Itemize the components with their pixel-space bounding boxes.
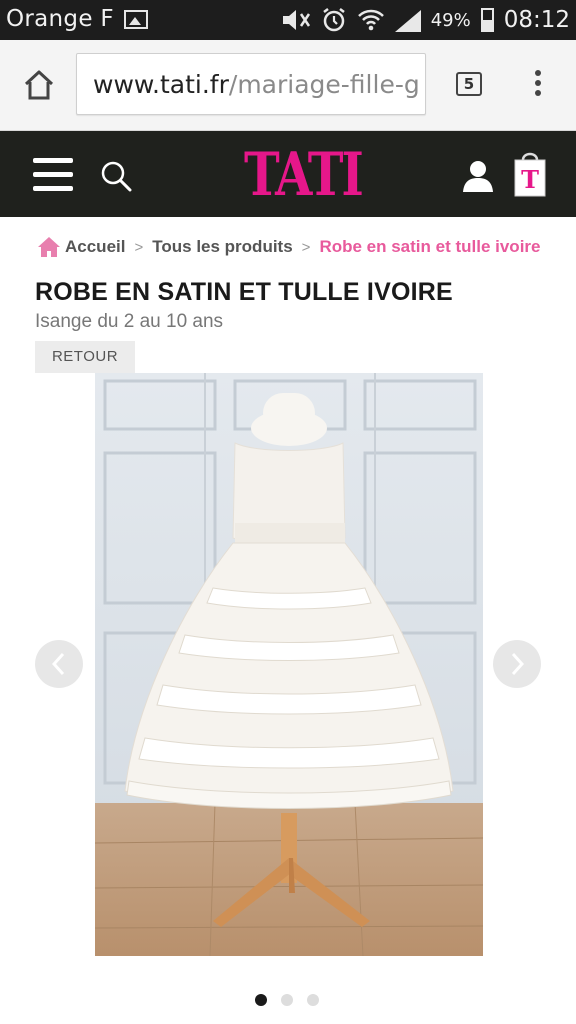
status-icons: 49% 08:12 (281, 4, 570, 36)
breadcrumb: Accueil > Tous les produits > Robe en sa… (37, 233, 541, 261)
carousel-dots (255, 994, 319, 1006)
hamburger-menu-icon[interactable] (33, 158, 73, 192)
carousel-prev-button[interactable] (35, 640, 83, 688)
carousel-next-button[interactable] (493, 640, 541, 688)
wifi-icon (357, 9, 384, 31)
url-path: /mariage-fille-g (228, 70, 420, 99)
mute-icon (282, 10, 310, 30)
search-icon[interactable] (100, 160, 132, 192)
url-text: www.tati.fr/mariage-fille-g (93, 70, 420, 99)
home-icon (38, 237, 60, 257)
account-icon[interactable] (462, 159, 494, 193)
product-subtitle: Isange du 2 au 10 ans (35, 311, 224, 332)
status-bar: Orange F 49% 08:12 (0, 0, 576, 40)
battery-percent: 49% (430, 9, 471, 31)
chevron-right-icon (511, 652, 525, 676)
battery-icon (480, 8, 494, 32)
alarm-icon (322, 8, 345, 32)
breadcrumb-current[interactable]: Robe en satin et tulle ivoire (319, 237, 540, 257)
tab-switcher-button[interactable]: 5 (456, 72, 482, 96)
shopping-bag-icon[interactable]: T (512, 150, 548, 198)
carousel-dot[interactable] (281, 994, 293, 1006)
carrier-name: Orange F (6, 6, 114, 32)
site-logo[interactable]: TATI (244, 140, 364, 210)
clock: 08:12 (503, 7, 570, 33)
signal-icon (394, 10, 421, 32)
carousel-dot[interactable] (307, 994, 319, 1006)
carousel-dot[interactable] (255, 994, 267, 1006)
image-notification-icon (124, 10, 148, 29)
product-title: ROBE EN SATIN ET TULLE IVOIRE (35, 278, 453, 306)
svg-text:T: T (521, 165, 539, 194)
breadcrumb-home-label: Accueil (65, 237, 126, 256)
home-icon[interactable] (22, 68, 56, 102)
chevron-left-icon (51, 652, 65, 676)
browser-toolbar: www.tati.fr/mariage-fille-g 5 (0, 40, 576, 131)
url-host: www.tati.fr (93, 70, 229, 99)
breadcrumb-all-products[interactable]: Tous les produits (152, 237, 292, 257)
site-header: TATI T (0, 131, 576, 217)
logo-text: TATI (244, 140, 364, 210)
url-bar[interactable]: www.tati.fr/mariage-fille-g (76, 53, 426, 115)
breadcrumb-separator: > (134, 238, 144, 256)
back-button[interactable]: RETOUR (35, 341, 135, 373)
breadcrumb-home[interactable]: Accueil (37, 236, 125, 258)
product-image[interactable] (95, 373, 483, 956)
browser-menu-icon[interactable] (533, 70, 543, 100)
breadcrumb-separator: > (301, 238, 311, 256)
